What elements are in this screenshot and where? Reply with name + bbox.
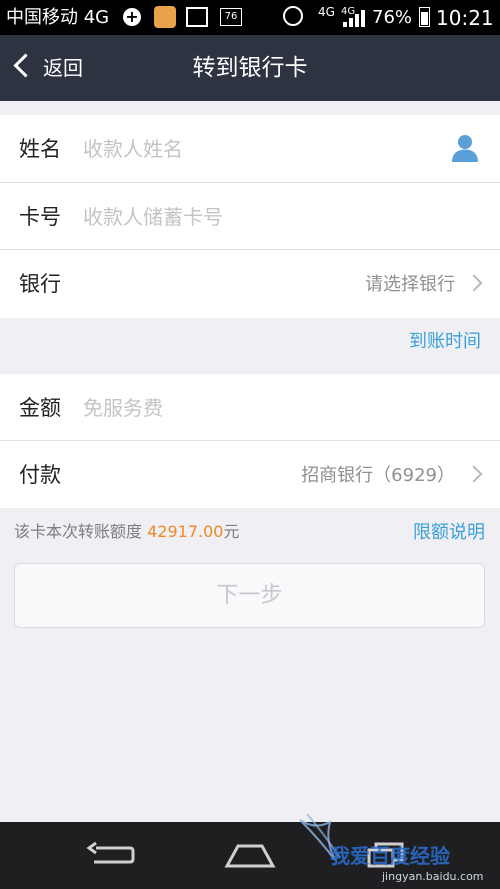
network-type-1: 4G [318, 5, 335, 19]
nav-home-icon[interactable] [224, 840, 276, 870]
payment-card-select[interactable]: 招商银行（6929） [301, 463, 455, 489]
battery-percent: 76% [372, 7, 413, 28]
contact-person-icon[interactable] [451, 134, 479, 162]
watermark-url: jingyan.baidu.com [382, 870, 484, 883]
signal-icon [343, 10, 365, 27]
amount-input[interactable]: 免服务费 [83, 394, 163, 422]
battery-icon [419, 7, 430, 27]
name-input[interactable]: 收款人姓名 [83, 135, 183, 163]
notification-badge: 76 [220, 8, 242, 26]
clock: 10:21 [436, 6, 494, 30]
chevron-right-icon [465, 465, 483, 483]
picture-notification-icon [186, 7, 208, 27]
name-row[interactable]: 姓名 收款人姓名 [0, 115, 500, 182]
status-bar: 中国移动 4G + 76 4G 4G 76% 10:21 [0, 0, 500, 35]
bank-row[interactable]: 银行 请选择银行 [0, 250, 500, 317]
card-number-input[interactable]: 收款人储蓄卡号 [83, 203, 223, 231]
payment-method-row[interactable]: 付款 招商银行（6929） [0, 441, 500, 508]
bank-select[interactable]: 请选择银行 [365, 272, 455, 298]
name-label: 姓名 [19, 137, 61, 161]
watermark-text: 我爱百度经验 [330, 844, 450, 868]
card-row[interactable]: 卡号 收款人储蓄卡号 [0, 183, 500, 250]
payment-label: 付款 [19, 463, 61, 487]
limit-info-link[interactable]: 限额说明 [413, 521, 485, 545]
amount-row[interactable]: 金额 免服务费 [0, 374, 500, 441]
arrival-time-link[interactable]: 到账时间 [409, 330, 481, 354]
title-bar: 返回 转到银行卡 [0, 35, 500, 101]
nav-back-icon[interactable] [86, 840, 136, 870]
carrier-label: 中国移动 4G [6, 7, 110, 28]
transfer-quota: 该卡本次转账额度 42917.00元 [14, 521, 239, 543]
amount-label: 金额 [19, 396, 61, 420]
app-notification-icon [154, 6, 176, 28]
card-label: 卡号 [19, 205, 61, 229]
bank-label: 银行 [19, 272, 61, 296]
quota-prefix: 该卡本次转账额度 [14, 522, 143, 541]
quota-amount: 42917.00 [147, 522, 224, 541]
payee-form: 姓名 收款人姓名 卡号 收款人储蓄卡号 银行 请选择银行 [0, 115, 500, 318]
chevron-right-icon [465, 274, 483, 292]
alarm-icon [283, 6, 303, 26]
quota-suffix: 元 [223, 522, 240, 541]
plus-notification-icon: + [123, 8, 141, 26]
payment-form: 金额 免服务费 付款 招商银行（6929） [0, 374, 500, 508]
next-step-button[interactable]: 下一步 [14, 563, 485, 628]
page-title: 转到银行卡 [192, 55, 308, 81]
